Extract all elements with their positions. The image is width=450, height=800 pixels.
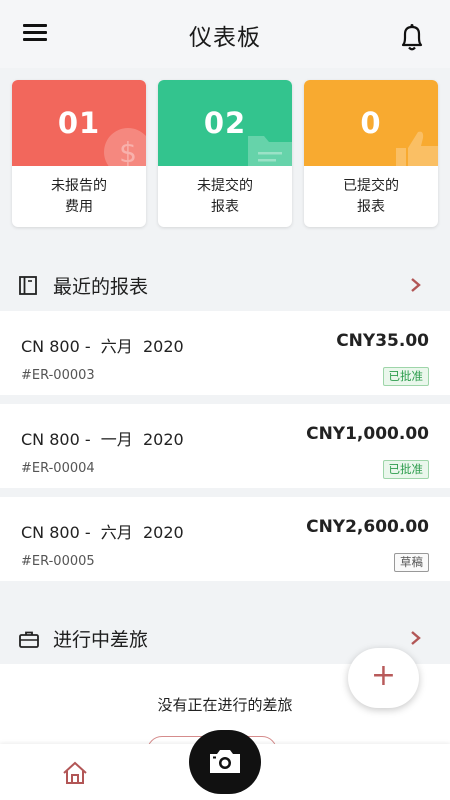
report-id: #ER-00003 (21, 368, 95, 383)
report-id: #ER-00004 (21, 461, 95, 476)
add-button[interactable]: + (348, 648, 419, 708)
unreported-expenses-card[interactable]: $ 01 未报告的 费用 (12, 80, 146, 227)
card-count: 0 (360, 106, 382, 140)
recent-reports-header[interactable]: 最近的报表 (0, 262, 450, 310)
home-icon[interactable] (61, 761, 89, 785)
report-name: CN 800 - 六月 2020 (21, 337, 184, 356)
section-title: 最近的报表 (53, 276, 149, 298)
bell-icon[interactable] (399, 22, 425, 52)
unsubmitted-reports-card[interactable]: 02 未提交的 报表 (158, 80, 292, 227)
report-name: CN 800 - 一月 2020 (21, 430, 184, 449)
card-label-line1: 已提交的 (343, 178, 399, 194)
briefcase-icon (19, 631, 39, 648)
card-count: 02 (203, 106, 247, 140)
card-header: 0 (304, 80, 438, 166)
card-label: 已提交的 报表 (304, 166, 438, 218)
report-id: #ER-00005 (21, 554, 95, 569)
card-label: 未报告的 费用 (12, 166, 146, 218)
report-amount: CNY35.00 (336, 331, 429, 351)
card-label-line2: 报表 (357, 199, 385, 215)
status-badge: 草稿 (394, 553, 429, 572)
camera-button[interactable] (189, 730, 261, 794)
status-badge: 已批准 (382, 367, 429, 386)
card-label-line1: 未提交的 (197, 178, 253, 194)
page-title: 仪表板 (189, 25, 261, 51)
card-count: 01 (57, 106, 101, 140)
card-label-line2: 报表 (211, 199, 239, 215)
chevron-right-icon[interactable] (410, 630, 422, 646)
summary-cards: $ 01 未报告的 费用 02 未提交的 报表 0 已提交的 报表 (12, 80, 438, 227)
status-badge: 已批准 (382, 460, 429, 479)
plus-icon: + (370, 658, 397, 693)
report-amount: CNY2,600.00 (306, 517, 429, 537)
chevron-right-icon[interactable] (410, 277, 422, 293)
card-label: 未提交的 报表 (158, 166, 292, 218)
card-label-line1: 未报告的 (51, 178, 107, 194)
report-row[interactable]: CN 800 - 六月 2020 CNY2,600.00 #ER-00005 草… (0, 497, 450, 581)
report-amount: CNY1,000.00 (306, 424, 429, 444)
report-name: CN 800 - 六月 2020 (21, 523, 184, 542)
card-header: $ 01 (12, 80, 146, 166)
svg-text:$: $ (119, 136, 137, 166)
card-label-line2: 费用 (65, 199, 93, 215)
report-row[interactable]: CN 800 - 六月 2020 CNY35.00 #ER-00003 已批准 (0, 311, 450, 395)
report-book-icon (19, 276, 37, 295)
submitted-reports-card[interactable]: 0 已提交的 报表 (304, 80, 438, 227)
card-header: 02 (158, 80, 292, 166)
section-title: 进行中差旅 (53, 629, 149, 651)
camera-icon (210, 750, 240, 773)
app-header: 仪表板 (0, 0, 450, 68)
report-row[interactable]: CN 800 - 一月 2020 CNY1,000.00 #ER-00004 已… (0, 404, 450, 488)
